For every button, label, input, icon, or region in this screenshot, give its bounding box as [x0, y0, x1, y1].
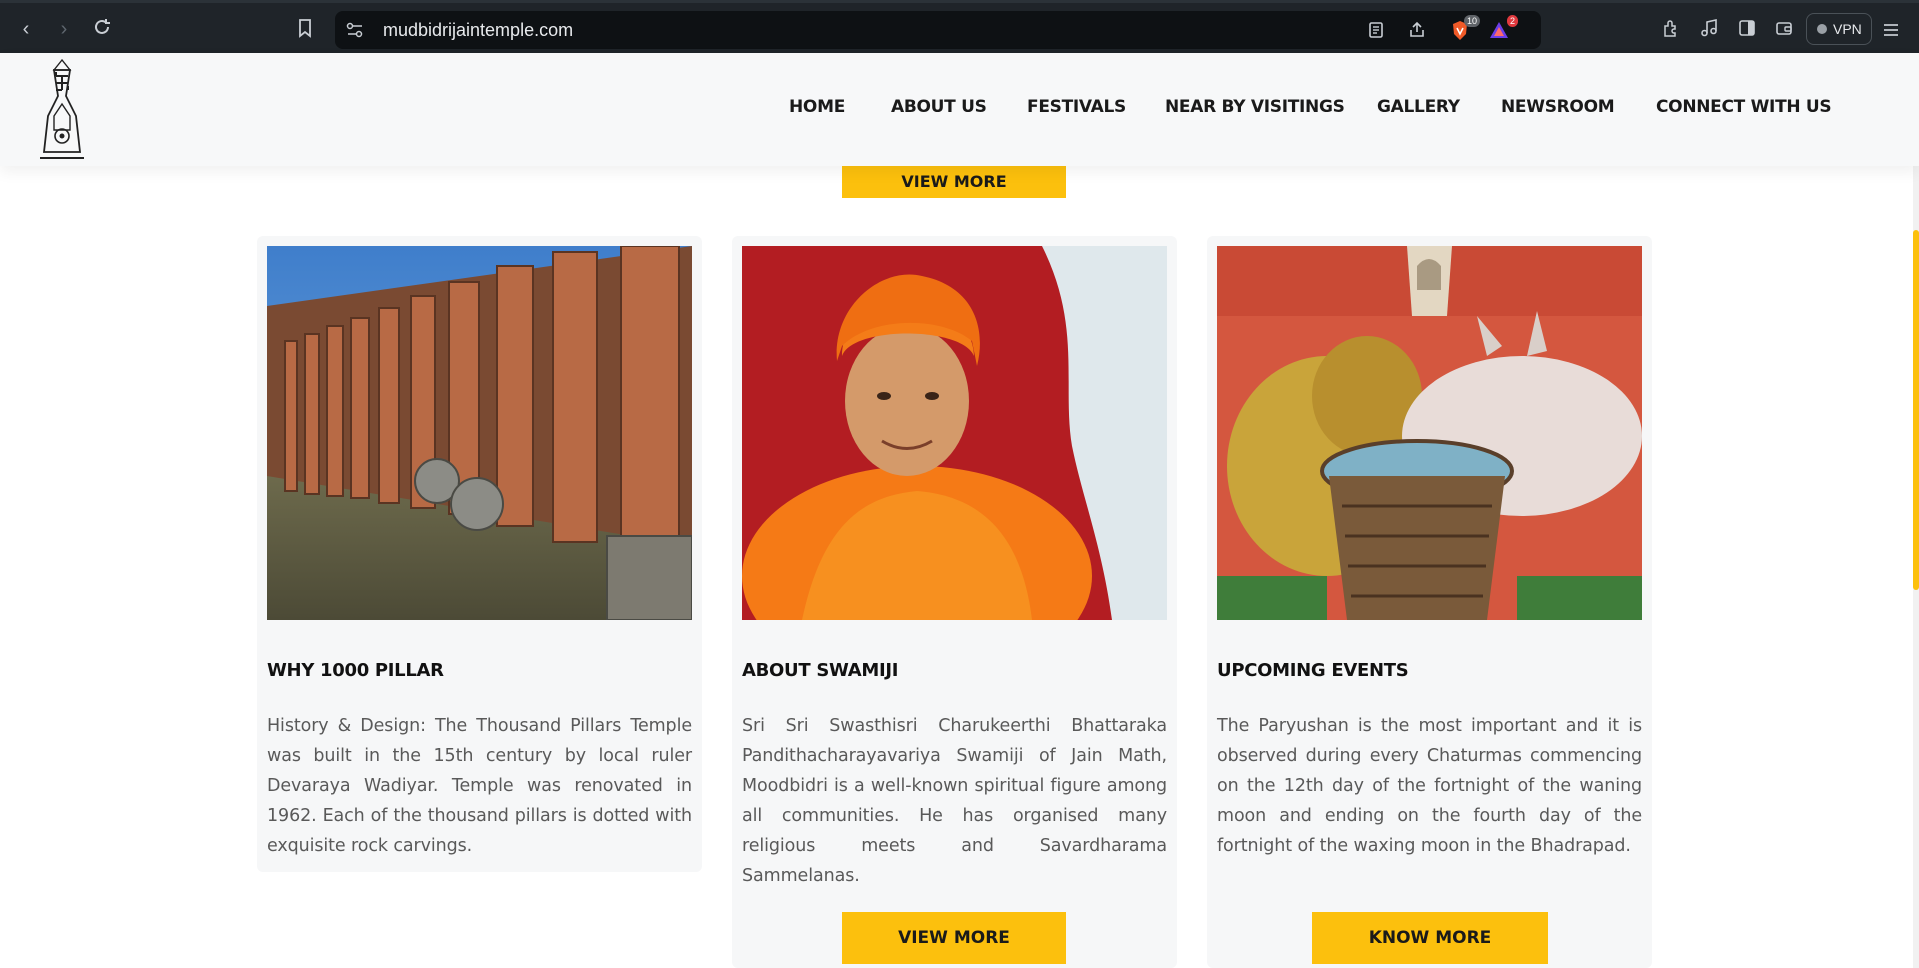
brave-shields-icon[interactable]: 10	[1450, 15, 1480, 42]
view-more-button-top[interactable]: VIEW MORE	[842, 166, 1066, 198]
lion-and-cow-carving-photo	[1217, 246, 1642, 620]
page-scrollbar-thumb[interactable]	[1913, 230, 1919, 590]
card-title: UPCOMING EVENTS	[1217, 660, 1409, 681]
nav-near-by-visitings[interactable]: NEAR BY VISITINGS	[1165, 96, 1345, 118]
site-header: HOME ABOUT US FESTIVALS NEAR BY VISITING…	[0, 53, 1919, 166]
forward-icon[interactable]: ›	[52, 17, 76, 41]
vpn-status-icon	[1817, 24, 1827, 34]
card-why-1000-pillar: WHY 1000 PILLAR History & Design: The Th…	[257, 236, 702, 872]
media-icon[interactable]	[1699, 18, 1721, 40]
nav-newsroom[interactable]: NEWSROOM	[1501, 96, 1615, 118]
rewards-count-badge: 2	[1506, 15, 1518, 27]
nav-connect-with-us[interactable]: CONNECT WITH US	[1656, 96, 1832, 118]
url-text[interactable]: mudbidrijaintemple.com	[383, 20, 573, 40]
reader-mode-icon[interactable]	[1366, 20, 1388, 42]
nav-home[interactable]: HOME	[789, 96, 845, 118]
site-settings-icon[interactable]	[345, 20, 365, 40]
nav-festivals[interactable]: FESTIVALS	[1027, 96, 1126, 118]
bookmark-icon[interactable]	[294, 17, 318, 41]
nav-gallery[interactable]: GALLERY	[1377, 96, 1460, 118]
vpn-button[interactable]: VPN	[1806, 13, 1872, 45]
nav-about-us[interactable]: ABOUT US	[891, 96, 987, 118]
card-title: ABOUT SWAMIJI	[742, 660, 899, 681]
temple-pillars-photo	[267, 246, 692, 620]
reload-icon[interactable]	[90, 16, 114, 40]
vpn-label: VPN	[1833, 21, 1862, 37]
page-content: VIEW MORE WHY 1000 PILLAR History & Desi…	[0, 166, 1919, 968]
wallet-icon[interactable]	[1774, 18, 1796, 40]
card-about-swamiji: ABOUT SWAMIJI Sri Sri Swasthisri Charuke…	[732, 236, 1177, 968]
browser-toolbar: ‹ › mudbidrijaintemple.com 10 2 VPN	[0, 0, 1919, 53]
hamburger-menu-icon[interactable]	[1881, 20, 1901, 40]
back-icon[interactable]: ‹	[14, 17, 38, 41]
card-description: History & Design: The Thousand Pillars T…	[267, 716, 692, 856]
know-more-button-events[interactable]: KNOW MORE	[1312, 912, 1548, 964]
sidebar-icon[interactable]	[1737, 18, 1759, 40]
brave-rewards-icon[interactable]: 2	[1488, 15, 1518, 42]
address-bar[interactable]: mudbidrijaintemple.com 10 2	[335, 11, 1541, 49]
shields-count-badge: 10	[1463, 15, 1480, 27]
share-icon[interactable]	[1407, 20, 1429, 42]
card-upcoming-events: UPCOMING EVENTS The Paryushan is the mos…	[1207, 236, 1652, 968]
swamiji-portrait-photo	[742, 246, 1167, 620]
card-description: Sri Sri Swasthisri Charukeerthi Bhattara…	[742, 716, 1167, 886]
jain-emblem-logo[interactable]	[32, 56, 92, 162]
card-description: The Paryushan is the most important and …	[1217, 716, 1642, 856]
view-more-button-swamiji[interactable]: VIEW MORE	[842, 912, 1066, 964]
extensions-icon[interactable]	[1661, 18, 1683, 40]
card-title: WHY 1000 PILLAR	[267, 660, 444, 681]
